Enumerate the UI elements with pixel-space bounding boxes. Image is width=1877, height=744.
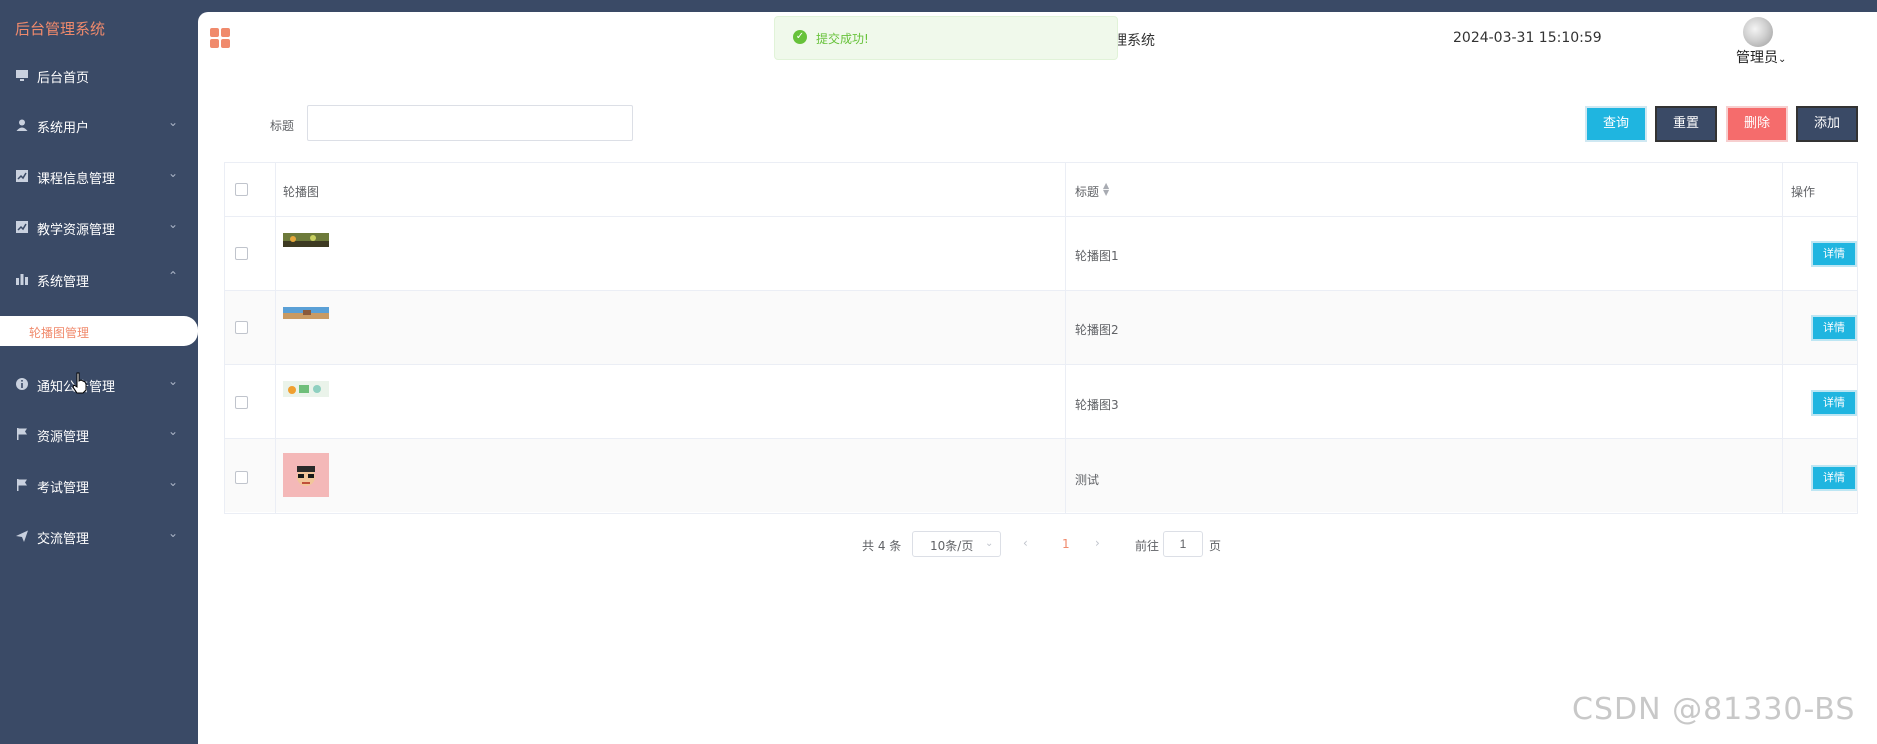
carousel-thumbnail[interactable] [283, 307, 329, 319]
sidebar-item-label: 资源管理 [37, 430, 90, 445]
sidebar-item-label: 考试管理 [37, 481, 90, 496]
send-icon [16, 530, 28, 542]
sidebar-item-system-users[interactable]: 系统用户 ⌄ [0, 105, 198, 145]
chevron-down-icon: ⌄ [168, 166, 179, 180]
sidebar-item-exams[interactable]: 考试管理 ⌄ [0, 465, 198, 505]
row-checkbox[interactable] [235, 247, 248, 260]
sidebar-item-communication[interactable]: 交流管理 ⌄ [0, 516, 198, 556]
detail-button[interactable]: 详情 [1811, 315, 1857, 341]
user-icon [16, 119, 28, 131]
sidebar-item-label: 课程信息管理 [37, 172, 116, 187]
main-panel: 理系统 2024-03-31 15:10:59 管理员⌄ ✓ 提交成功! 标题 … [198, 12, 1877, 744]
delete-button[interactable]: 删除 [1726, 106, 1788, 142]
next-page-icon[interactable]: › [1095, 536, 1100, 550]
goto-label: 前往 [1135, 539, 1160, 553]
pagination-total: 共 4 条 [862, 539, 902, 553]
sidebar-item-notices[interactable]: 通知公告管理 ⌄ [0, 364, 198, 404]
sidebar-item-course-info[interactable]: 课程信息管理 ⌄ [0, 156, 198, 196]
toast-message: 提交成功! [816, 32, 869, 46]
info-icon [16, 378, 28, 390]
chevron-down-icon: ⌄ [168, 424, 179, 438]
column-header-actions: 操作 [1791, 185, 1816, 199]
sidebar-item-label: 教学资源管理 [37, 223, 116, 238]
flag-icon [17, 428, 27, 440]
chevron-down-icon: ⌄ [168, 374, 179, 388]
chevron-down-icon: ⌄ [168, 526, 179, 540]
check-circle-icon: ✓ [793, 30, 807, 44]
sidebar-item-home[interactable]: 后台首页 [0, 55, 198, 95]
detail-button[interactable]: 详情 [1811, 465, 1857, 491]
sidebar-item-resources[interactable]: 资源管理 ⌄ [0, 414, 198, 454]
chevron-down-icon: ⌄ [168, 115, 179, 129]
reset-button[interactable]: 重置 [1655, 106, 1717, 142]
chevron-down-icon: ⌄ [168, 475, 179, 489]
system-title: 理系统 [1113, 33, 1155, 49]
success-toast: ✓ 提交成功! [774, 16, 1118, 60]
goto-page-input[interactable] [1163, 531, 1203, 557]
brand-title: 后台管理系统 [15, 20, 106, 38]
chart-icon [16, 221, 28, 233]
user-menu[interactable]: 管理员⌄ [1736, 47, 1786, 67]
sidebar-subitem-carousel[interactable]: 轮播图管理 [0, 316, 198, 346]
search-label: 标题 [270, 119, 295, 133]
user-name: 管理员 [1736, 50, 1778, 66]
monitor-icon [16, 70, 28, 81]
page-size-value: 10条/页 [930, 539, 974, 553]
detail-button[interactable]: 详情 [1811, 241, 1857, 267]
row-checkbox[interactable] [235, 396, 248, 409]
avatar[interactable] [1743, 17, 1773, 47]
bar-chart-icon [16, 274, 28, 285]
column-header-title[interactable]: 标题 [1075, 183, 1099, 200]
chevron-down-icon: ⌄ [168, 217, 179, 231]
sort-icon[interactable]: ▲ ▼ [1103, 182, 1109, 197]
chevron-up-icon: ⌃ [168, 269, 179, 283]
query-button[interactable]: 查询 [1585, 106, 1647, 142]
sidebar-item-label: 系统管理 [37, 275, 90, 290]
sidebar-item-label: 系统用户 [37, 121, 90, 136]
column-header-image: 轮播图 [283, 185, 320, 199]
chart-icon [16, 170, 28, 182]
chevron-down-icon: ⌄ [1778, 54, 1787, 65]
grid-menu-icon[interactable] [210, 28, 230, 48]
carousel-thumbnail[interactable] [283, 453, 329, 497]
chevron-down-icon: ⌄ [985, 538, 994, 549]
data-table: 轮播图 标题 ▲ ▼ 操作 轮播图1 详情 轮播图2 详情 轮播图3 详情 测试 … [224, 162, 1858, 514]
row-title: 轮播图1 [1075, 249, 1119, 263]
sidebar-item-system-management[interactable]: 系统管理 ⌃ [0, 259, 198, 299]
flag-icon [17, 479, 27, 491]
sidebar-item-label: 后台首页 [37, 71, 90, 86]
carousel-thumbnail[interactable] [283, 233, 329, 247]
add-button[interactable]: 添加 [1796, 106, 1858, 142]
detail-button[interactable]: 详情 [1811, 390, 1857, 416]
row-title: 轮播图3 [1075, 398, 1119, 412]
search-input[interactable] [307, 105, 633, 141]
page-number[interactable]: 1 [1062, 537, 1070, 551]
row-title: 测试 [1075, 473, 1100, 487]
row-title: 轮播图2 [1075, 323, 1119, 337]
page-size-select[interactable]: 10条/页 ⌄ [912, 531, 1001, 557]
sidebar: 后台管理系统 后台首页 系统用户 ⌄ 课程信息管理 ⌄ 教学资源管理 ⌄ 系统管… [0, 0, 198, 744]
datetime: 2024-03-31 15:10:59 [1453, 30, 1602, 46]
row-stripe [225, 439, 1857, 512]
sidebar-item-teaching-resources[interactable]: 教学资源管理 ⌄ [0, 207, 198, 247]
row-checkbox[interactable] [235, 321, 248, 334]
hand-cursor-icon [72, 372, 87, 394]
watermark: CSDN @81330-BS [1572, 692, 1856, 727]
row-stripe [225, 291, 1857, 364]
select-all-checkbox[interactable] [235, 183, 248, 196]
sidebar-subitem-label: 轮播图管理 [29, 326, 90, 340]
row-checkbox[interactable] [235, 471, 248, 484]
carousel-thumbnail[interactable] [283, 381, 329, 397]
sidebar-item-label: 交流管理 [37, 532, 90, 547]
prev-page-icon[interactable]: ‹ [1023, 536, 1028, 550]
page-unit-label: 页 [1209, 539, 1222, 553]
